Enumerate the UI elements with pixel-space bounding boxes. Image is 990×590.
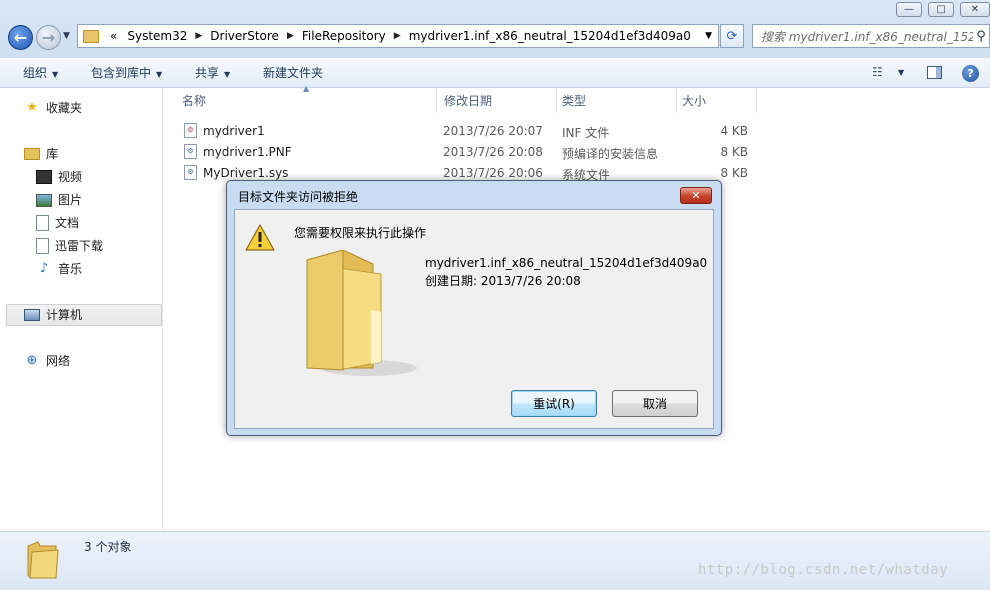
- chevron-down-icon: ▼: [156, 70, 163, 79]
- dialog-message: 您需要权限来执行此操作: [294, 226, 427, 240]
- nav-favorites[interactable]: ★ 收藏夹: [24, 98, 82, 118]
- cancel-button[interactable]: 取消: [612, 390, 698, 417]
- video-icon: [36, 170, 52, 184]
- breadcrumb-separator-icon[interactable]: ▶: [284, 31, 297, 41]
- column-header: 名称 ▲ 修改日期 类型 大小: [164, 84, 990, 113]
- nav-network[interactable]: ⊕ 网络: [24, 351, 70, 371]
- organize-menu[interactable]: 组织 ▼: [23, 59, 58, 88]
- nav-documents[interactable]: 文档: [36, 213, 79, 233]
- nav-videos[interactable]: 视频: [36, 167, 82, 187]
- file-name: MyDriver1.sys: [203, 166, 289, 180]
- nav-xunlei-downloads[interactable]: 迅雷下载: [36, 236, 103, 256]
- preview-pane-icon[interactable]: [927, 66, 942, 79]
- breadcrumb-driverstore[interactable]: DriverStore: [205, 29, 284, 43]
- column-date-modified[interactable]: 修改日期: [437, 88, 557, 113]
- sys-file-icon: ⚙: [184, 165, 197, 180]
- share-menu[interactable]: 共享 ▼: [195, 59, 230, 88]
- refresh-button[interactable]: ⟳: [720, 24, 744, 48]
- breadcrumb-separator-icon[interactable]: ▶: [391, 31, 404, 41]
- file-name: mydriver1.PNF: [203, 145, 292, 159]
- back-button[interactable]: ←: [8, 25, 33, 50]
- music-note-icon: ♪: [39, 261, 49, 276]
- pnf-file-icon: ⚙: [184, 144, 197, 159]
- chevron-down-icon[interactable]: ▼: [898, 68, 904, 77]
- address-dropdown-icon[interactable]: ▼: [705, 31, 712, 41]
- forward-button[interactable]: →: [36, 25, 61, 50]
- file-size: 4 KB: [720, 124, 748, 138]
- network-icon: ⊕: [26, 353, 38, 368]
- address-bar[interactable]: « System32 ▶ DriverStore ▶ FileRepositor…: [77, 24, 719, 48]
- details-pane: 3 个对象 http://blog.csdn.net/whatday: [0, 531, 990, 590]
- item-count: 3 个对象: [84, 540, 132, 554]
- chevron-down-icon: ▼: [52, 70, 59, 79]
- command-bar: 组织 ▼ 包含到库中 ▼ 共享 ▼ 新建文件夹 ☷ ▼ ?: [0, 58, 990, 88]
- nav-libraries[interactable]: 库: [24, 144, 58, 164]
- file-row[interactable]: ⚙ mydriver1.PNF 2013/7/26 20:08 预编译的安装信息…: [164, 142, 764, 163]
- file-date: 2013/7/26 20:07: [443, 124, 543, 138]
- computer-icon: [24, 309, 40, 321]
- new-folder-button[interactable]: 新建文件夹: [263, 59, 323, 88]
- file-name: mydriver1: [203, 124, 265, 138]
- column-size[interactable]: 大小: [677, 88, 757, 113]
- search-input[interactable]: 搜索 mydriver1.inf_x86_neutral_152... ⚲: [752, 24, 990, 48]
- chevron-down-icon: ▼: [224, 70, 231, 79]
- inf-file-icon: ⚙: [184, 123, 197, 138]
- history-dropdown-icon[interactable]: ▼: [63, 31, 70, 41]
- folder-icon: [83, 29, 99, 43]
- column-type[interactable]: 类型: [557, 88, 677, 113]
- access-denied-dialog: 目标文件夹访问被拒绝 ✕ 您需要权限来执行此操作 mydriver1.inf_x…: [226, 180, 722, 436]
- breadcrumb-filerepository[interactable]: FileRepository: [297, 29, 391, 43]
- dialog-close-button[interactable]: ✕: [680, 187, 712, 204]
- file-date: 2013/7/26 20:06: [443, 166, 543, 180]
- column-name[interactable]: 名称: [164, 88, 437, 113]
- document-icon: [36, 238, 49, 254]
- maximize-button[interactable]: □: [928, 2, 954, 17]
- breadcrumb-current-folder[interactable]: mydriver1.inf_x86_neutral_15204d1ef3d409…: [404, 29, 696, 43]
- sort-ascending-icon: ▲: [303, 84, 310, 93]
- address-overflow[interactable]: «: [105, 29, 122, 43]
- nav-computer[interactable]: 计算机: [24, 305, 82, 325]
- help-icon[interactable]: ?: [962, 65, 979, 82]
- document-icon: [36, 215, 49, 231]
- file-type: INF 文件: [562, 126, 610, 140]
- folder-icon: [306, 250, 417, 376]
- warning-icon: [245, 224, 275, 251]
- dialog-created-date: 创建日期: 2013/7/26 20:08: [425, 274, 581, 288]
- file-size: 8 KB: [720, 166, 748, 180]
- star-icon: ★: [26, 100, 38, 115]
- watermark-text: http://blog.csdn.net/whatday: [698, 562, 949, 578]
- minimize-button[interactable]: —: [896, 2, 922, 17]
- library-icon: [24, 148, 40, 160]
- nav-pictures[interactable]: 图片: [36, 190, 82, 210]
- file-row[interactable]: ⚙ mydriver1 2013/7/26 20:07 INF 文件 4 KB: [164, 121, 764, 142]
- include-in-library-menu[interactable]: 包含到库中 ▼: [91, 59, 162, 88]
- dialog-folder-name: mydriver1.inf_x86_neutral_15204d1ef3d409…: [425, 256, 708, 270]
- view-options-icon[interactable]: ☷: [872, 65, 883, 79]
- close-window-button[interactable]: ✕: [960, 2, 990, 17]
- dialog-body: 您需要权限来执行此操作 mydriver1.inf_x86_neutral_15…: [234, 209, 714, 429]
- picture-icon: [36, 193, 52, 207]
- breadcrumb-system32[interactable]: System32: [122, 29, 192, 43]
- retry-button[interactable]: 重试(R): [511, 390, 597, 417]
- search-icon[interactable]: ⚲: [973, 29, 989, 44]
- breadcrumb-separator-icon[interactable]: ▶: [192, 31, 205, 41]
- dialog-title: 目标文件夹访问被拒绝: [238, 190, 359, 204]
- search-placeholder: 搜索 mydriver1.inf_x86_neutral_152...: [761, 29, 973, 44]
- file-type: 预编译的安装信息: [562, 147, 659, 161]
- file-size: 8 KB: [720, 145, 748, 159]
- nav-music[interactable]: ♪ 音乐: [36, 259, 82, 279]
- file-date: 2013/7/26 20:08: [443, 145, 543, 159]
- folder-icon: [27, 541, 59, 579]
